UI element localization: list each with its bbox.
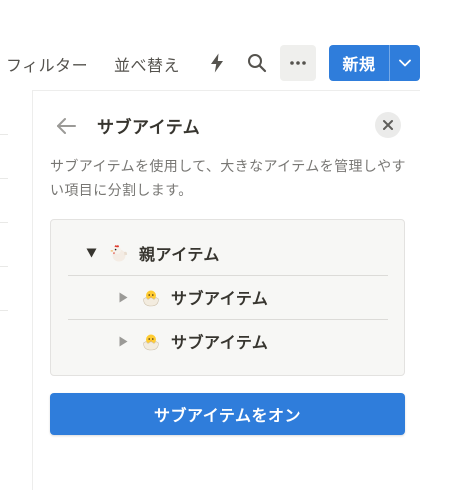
arrow-left-icon[interactable]: [55, 114, 79, 138]
panel-description: サブアイテムを使用して、大きなアイテムを管理しやすい項目に分割します。: [50, 159, 406, 199]
subitems-preview: 親アイテム サブアイテム サブアイテム: [50, 219, 405, 376]
new-button[interactable]: 新規: [329, 45, 389, 81]
table-row-divider: [0, 134, 8, 135]
tree-item-label: サブアイテム: [171, 333, 269, 352]
sort-button[interactable]: 並べ替え: [114, 52, 180, 76]
search-icon[interactable]: [244, 50, 270, 76]
table-row-divider: [0, 222, 8, 223]
chicken-emoji-icon: [109, 243, 129, 263]
filter-button[interactable]: フィルター: [6, 52, 88, 76]
tree-item-label: サブアイテム: [171, 289, 269, 308]
triangle-right-icon: [117, 291, 129, 303]
panel-header: サブアイテム: [49, 111, 405, 139]
table-row-divider: [0, 266, 8, 267]
table-row-divider: [0, 310, 8, 311]
subitems-popover: サブアイテム サブアイテムを使用して、大きなアイテムを管理しやすい項目に分割しま…: [32, 90, 420, 490]
tree-item-parent: 親アイテム: [85, 232, 220, 274]
chevron-down-icon[interactable]: [390, 45, 420, 81]
hatching-chick-emoji-icon: [141, 331, 161, 351]
turn-on-subitems-button[interactable]: サブアイテムをオン: [50, 393, 405, 435]
tree-item-child: サブアイテム: [117, 320, 268, 362]
triangle-down-icon: [85, 247, 97, 259]
more-icon[interactable]: [280, 45, 316, 81]
close-icon[interactable]: [375, 112, 401, 138]
new-button-group: 新規: [329, 45, 420, 81]
tree-item-label: 親アイテム: [139, 245, 220, 264]
table-row-divider: [0, 178, 8, 179]
triangle-right-icon: [117, 335, 129, 347]
panel-title: サブアイテム: [97, 118, 201, 138]
bolt-icon[interactable]: [204, 50, 230, 76]
hatching-chick-emoji-icon: [141, 287, 161, 307]
database-toolbar: フィルター 並べ替え 新規: [0, 44, 450, 82]
tree-item-child: サブアイテム: [117, 276, 268, 318]
